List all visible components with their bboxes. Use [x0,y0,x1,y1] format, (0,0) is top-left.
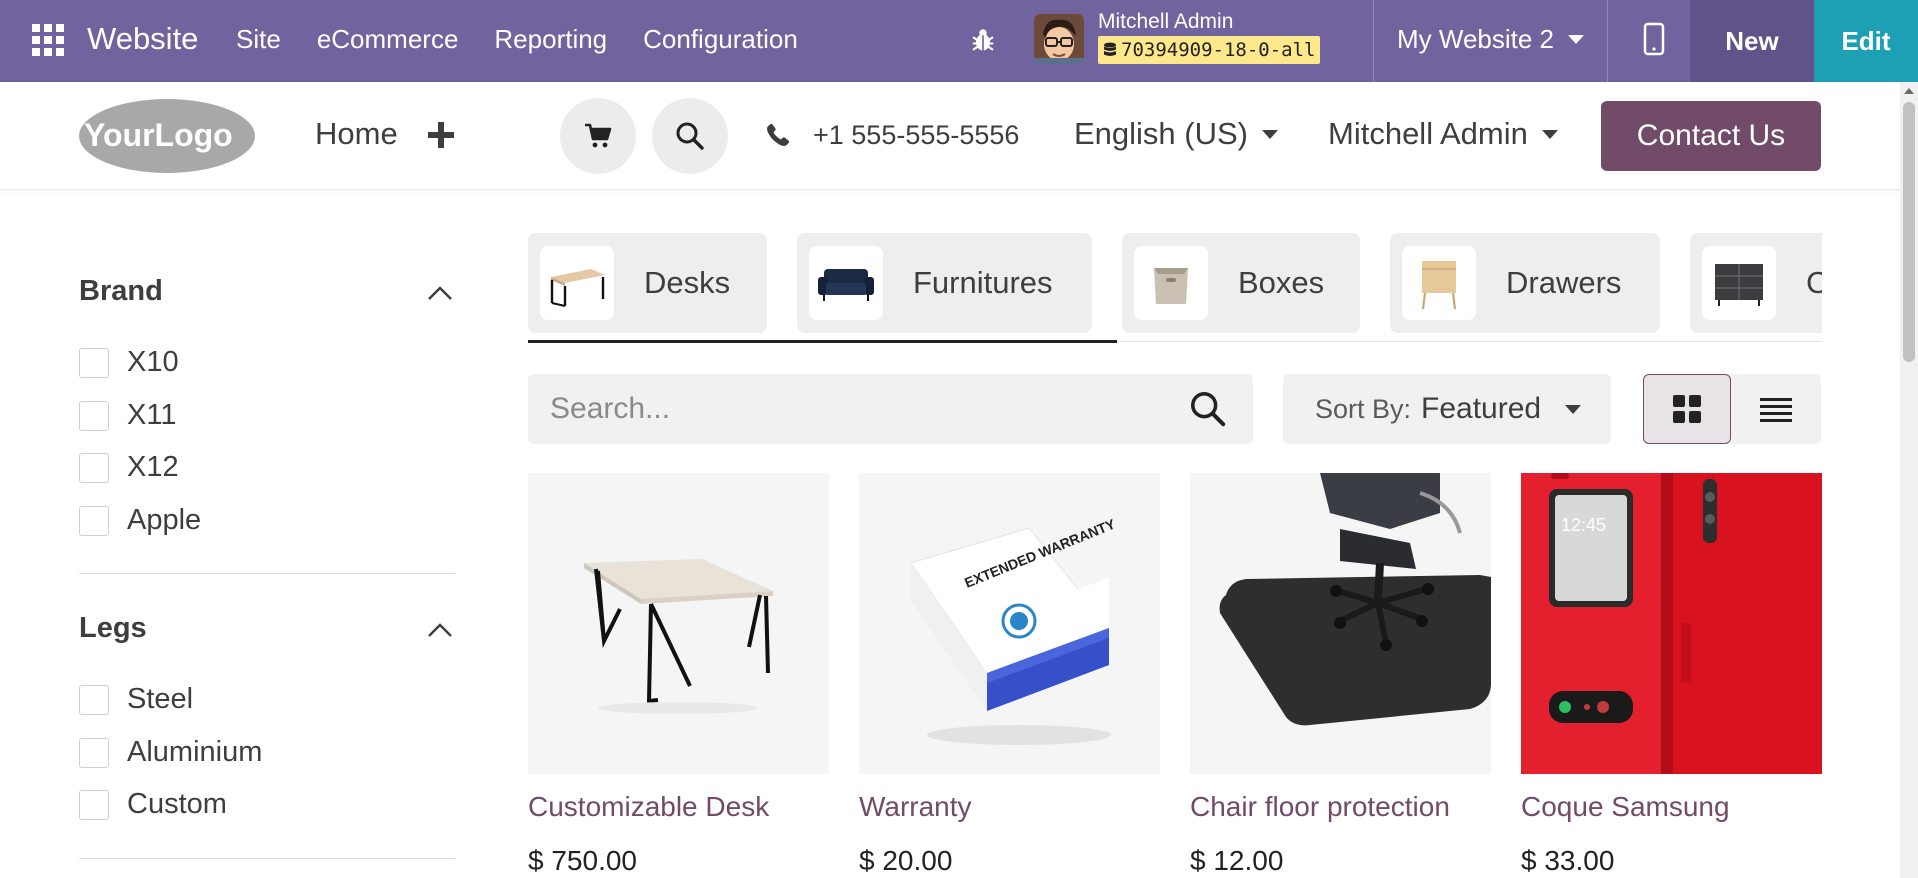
product-card[interactable]: Customizable Desk $ 750.00 [528,473,829,876]
filter-option-aluminium[interactable]: Aluminium [79,736,262,769]
box-thumbnail-icon [1134,246,1208,320]
filter-group-title-legs: Legs [79,612,147,644]
product-image-chair-mat[interactable] [1190,473,1491,774]
product-price: $ 12.00 [1190,845,1284,876]
filter-option-steel[interactable]: Steel [79,683,193,716]
filter-option-x10[interactable]: X10 [79,346,179,379]
product-price: $ 20.00 [859,845,953,876]
sort-by-dropdown[interactable]: Sort By: Featured [1283,374,1611,444]
sort-by-value: Featured [1421,392,1542,425]
product-name[interactable]: Coque Samsung [1521,791,1730,823]
filter-option-label: X11 [127,399,177,431]
phone-clock-text: 12:45 [1561,515,1606,535]
edit-button[interactable]: Edit [1814,0,1918,82]
filter-option-x11[interactable]: X11 [79,399,176,432]
divider [1117,341,1822,342]
filter-option-label: X12 [127,451,179,483]
sofa-thumbnail-icon [809,246,883,320]
category-boxes[interactable]: Boxes [1122,233,1360,333]
filter-option-label: Custom [127,788,227,820]
product-card[interactable]: EXTENDED WARRANTY Warranty $ 20.00 [859,473,1160,876]
filter-option-apple[interactable]: Apple [79,504,201,537]
divider [79,573,455,574]
product-price: $ 33.00 [1521,845,1615,876]
checkbox[interactable] [79,684,109,715]
grid-icon [1673,395,1701,423]
checkbox[interactable] [79,737,109,768]
filter-option-label: Aluminium [127,736,263,768]
scroll-up-arrow-icon[interactable] [1904,88,1914,94]
checkbox[interactable] [79,505,109,536]
product-name[interactable]: Warranty [859,791,972,823]
checkbox[interactable] [79,347,109,378]
category-label: Furnitures [913,265,1053,300]
desk-thumbnail-icon [540,246,614,320]
category-label: Boxes [1238,265,1325,300]
chevron-down-icon [1565,404,1582,414]
list-view-button[interactable] [1731,374,1821,444]
divider [79,858,455,859]
category-label: Desks [644,265,731,300]
filter-option-label: X10 [127,346,179,378]
product-image-warranty[interactable]: EXTENDED WARRANTY [859,473,1160,774]
list-icon [1760,398,1792,422]
product-image-desk[interactable] [528,473,829,774]
product-name[interactable]: Customizable Desk [528,791,769,823]
active-category-indicator [528,340,1117,343]
scrollbar-thumb[interactable] [1903,102,1915,362]
product-image-phone-case[interactable]: 12:45 [1521,473,1822,774]
category-furnitures[interactable]: Furnitures [797,233,1092,333]
category-label: C [1806,265,1822,300]
checkbox[interactable] [79,789,109,820]
drawer-thumbnail-icon [1402,246,1476,320]
product-search-input[interactable] [550,392,1190,426]
product-card[interactable]: 12:45 Coque Samsung $ 33.00 [1521,473,1822,876]
category-drawers[interactable]: Drawers [1390,233,1660,333]
product-price: $ 750.00 [528,845,637,876]
grid-view-button[interactable] [1643,374,1731,444]
sort-by-prefix: Sort By: [1315,393,1412,424]
category-label: Drawers [1506,265,1622,300]
product-search-box [528,374,1253,444]
view-mode-toggle [1643,374,1821,444]
category-cabinets[interactable]: C [1690,233,1822,333]
category-tabs: Desks Furnitures Boxes Drawers C [0,0,1822,345]
filter-option-label: Steel [127,683,194,715]
page-scrollbar[interactable] [1900,82,1918,878]
product-card[interactable]: Chair floor protection $ 12.00 [1190,473,1491,876]
filter-option-x12[interactable]: X12 [79,451,179,484]
category-desks[interactable]: Desks [528,233,767,333]
checkbox[interactable] [79,452,109,483]
checkbox[interactable] [79,400,109,431]
search-icon[interactable] [1189,390,1227,428]
chevron-up-icon[interactable] [427,622,453,638]
filter-option-label: Apple [127,504,202,536]
product-name[interactable]: Chair floor protection [1190,791,1450,823]
filter-option-custom[interactable]: Custom [79,788,227,821]
cabinet-thumbnail-icon [1702,246,1776,320]
